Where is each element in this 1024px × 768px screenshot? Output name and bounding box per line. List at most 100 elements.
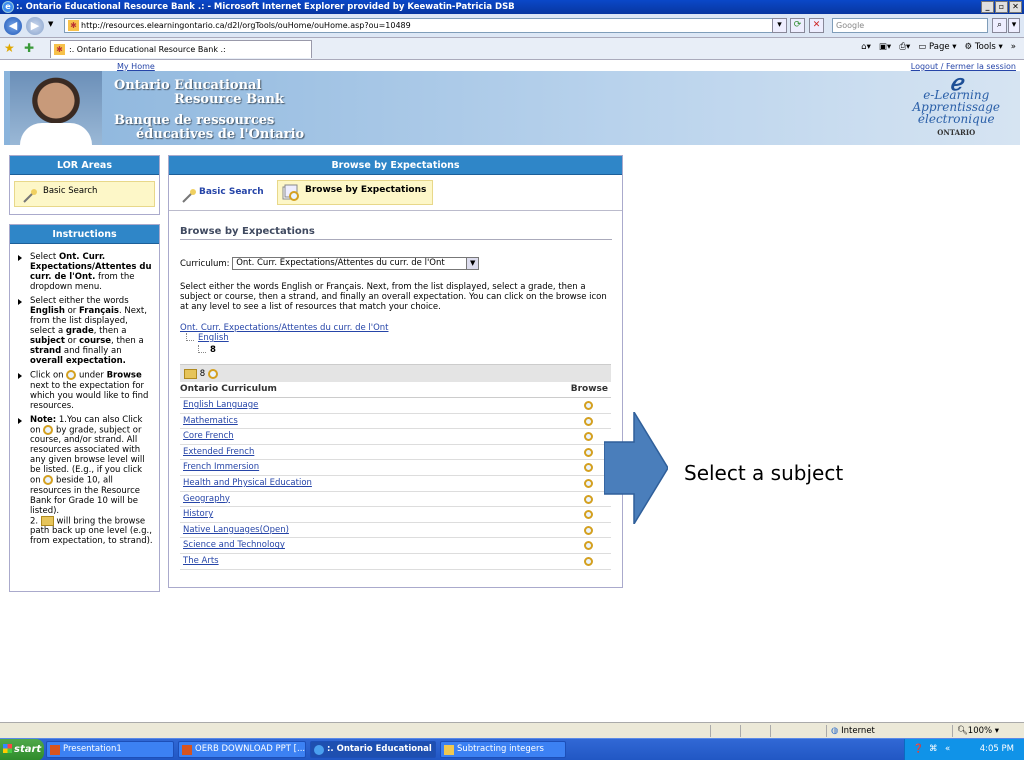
magnifier-icon[interactable] [584, 401, 593, 410]
tab-favicon-icon: ✱ [54, 44, 65, 55]
text: strand [30, 346, 62, 356]
zoom-control[interactable]: 🔍︎100% ▾ [952, 725, 1022, 737]
help-icon[interactable]: ❓ [913, 739, 924, 760]
taskbar-item[interactable]: OERB DOWNLOAD PPT [... [178, 741, 306, 758]
browse-panel-title: Browse by Expectations [169, 156, 622, 175]
text: English [30, 306, 65, 316]
search-icon[interactable]: ⌕ [992, 18, 1007, 33]
stop-button[interactable]: ✕ [809, 18, 824, 33]
magnifier-icon[interactable] [584, 494, 593, 504]
curriculum-select-value: Ont. Curr. Expectations/Attentes du curr… [236, 258, 445, 268]
curriculum-select[interactable]: Ont. Curr. Expectations/Attentes du curr… [232, 257, 480, 270]
folder-up-icon[interactable] [184, 368, 197, 379]
taskbar: start Presentation1 OERB DOWNLOAD PPT [.… [0, 738, 1024, 761]
search-input[interactable]: Google [832, 18, 988, 33]
browse-book-icon [282, 184, 299, 201]
start-label: start [14, 744, 42, 755]
magnifier-icon[interactable] [584, 525, 593, 535]
text: course [79, 336, 112, 346]
tools-menu-label: Tools [974, 42, 996, 52]
subject-link[interactable]: Extended French [183, 447, 254, 457]
magnifier-icon[interactable] [584, 541, 593, 551]
text: Select either the words [30, 296, 129, 306]
subject-link[interactable]: French Immersion [183, 462, 259, 472]
instructions-title: Instructions [10, 225, 159, 244]
magnifier-icon[interactable] [207, 368, 218, 379]
lor-basic-search[interactable]: Basic Search [14, 181, 155, 207]
magnifier-icon[interactable] [584, 478, 593, 488]
search-options-button[interactable]: ▾ [1008, 18, 1020, 33]
logo-line3: électronique [917, 112, 995, 126]
status-cell [710, 725, 740, 737]
magnifier-icon[interactable] [584, 447, 593, 457]
url-field[interactable]: ✱ http://resources.elearningontario.ca/d… [64, 18, 784, 33]
text: , then a [93, 326, 127, 336]
refresh-button[interactable]: ⟳ [790, 18, 805, 33]
add-favorites-icon[interactable]: ✚ [24, 41, 34, 55]
subject-link[interactable]: Core French [183, 431, 234, 441]
network-icon[interactable]: ⌘ [929, 739, 938, 760]
internet-explorer-icon: e [2, 1, 14, 13]
close-window-button[interactable]: ✕ [1009, 1, 1022, 13]
tab-browse-expectations[interactable]: Browse by Expectations [277, 180, 433, 205]
subject-link[interactable]: Native Languages(Open) [183, 525, 289, 535]
tab-browse-label: Browse by Expectations [305, 185, 427, 195]
magnifier-icon[interactable] [584, 510, 593, 520]
favorites-star-icon[interactable]: ★ [4, 41, 15, 55]
minimize-button[interactable]: _ [981, 1, 994, 13]
forward-button[interactable]: ▶ [26, 17, 44, 35]
taskbar-item-active[interactable]: :. Ontario Educational ... [310, 741, 436, 758]
student-photo [10, 71, 102, 145]
subject-link[interactable]: English Language [183, 400, 258, 410]
subject-link[interactable]: The Arts [183, 556, 219, 566]
back-button[interactable]: ◀ [4, 17, 22, 35]
magnifier-icon[interactable] [584, 463, 593, 473]
magnifier-icon[interactable] [584, 416, 593, 426]
subject-link[interactable]: Mathematics [183, 416, 238, 426]
more-chevron-icon[interactable]: » [1011, 42, 1016, 52]
text: Browse [106, 370, 142, 381]
breadcrumb-lang-link[interactable]: English [198, 333, 229, 343]
subject-link[interactable]: Health and Physical Education [183, 478, 312, 488]
tools-menu[interactable]: ⚙ Tools ▾ [965, 42, 1003, 52]
home-icon[interactable]: ⌂▾ [861, 42, 871, 52]
banner-line4: éducatives de l'Ontario [136, 127, 305, 142]
breadcrumb-root-link[interactable]: Ont. Curr. Expectations/Attentes du curr… [180, 323, 389, 333]
browse-tabs: Basic Search Browse by Expectations [169, 175, 622, 211]
text: next to the expectation for which you wo… [30, 380, 149, 411]
my-home-link[interactable]: My Home [117, 62, 155, 71]
table-row: Health and Physical Education [180, 476, 611, 492]
url-dropdown-button[interactable]: ▾ [772, 18, 787, 33]
instruction-item: Select either the words English or Franç… [16, 296, 153, 366]
text: under [76, 370, 107, 381]
magnifier-icon [66, 370, 77, 380]
search-placeholder: Google [836, 21, 865, 30]
chevron-down-icon: ▼ [466, 258, 479, 269]
feeds-icon[interactable]: ▣▾ [879, 42, 891, 52]
subject-link[interactable]: History [183, 509, 213, 519]
browse-description: Select either the words English or Franç… [180, 282, 607, 312]
start-button[interactable]: start [0, 739, 44, 761]
elearning-logo: ℯ e-Learning Apprentissage électronique … [912, 72, 1000, 139]
text: or [64, 336, 80, 346]
taskbar-item[interactable]: Presentation1 [46, 741, 174, 758]
history-dropdown-icon[interactable]: ▼ [48, 20, 53, 28]
col-browse-header: Browse [570, 384, 608, 394]
logout-link[interactable]: Logout / Fermer la session [911, 62, 1016, 71]
tab-title: :. Ontario Educational Resource Bank .: [69, 45, 226, 54]
subject-link[interactable]: Science and Technology [183, 540, 285, 550]
restore-button[interactable]: ▫ [995, 1, 1008, 13]
page-menu[interactable]: ▭ Page ▾ [918, 42, 956, 52]
text: grade [65, 326, 94, 336]
taskbar-item[interactable]: Subtracting integers [440, 741, 566, 758]
subject-link[interactable]: Geography [183, 494, 230, 504]
tree-connector [186, 333, 194, 341]
magnifier-icon[interactable] [584, 432, 593, 442]
browser-tab[interactable]: ✱ :. Ontario Educational Resource Bank .… [50, 40, 312, 58]
tray-expand-icon[interactable]: « [945, 739, 950, 760]
tab-basic-search[interactable]: Basic Search [179, 183, 264, 205]
print-icon[interactable]: ⎙▾ [899, 42, 910, 52]
magnifier-icon[interactable] [584, 556, 593, 566]
table-row: English Language [180, 398, 611, 414]
instructions-list: Select Ont. Curr. Expectations/Attentes … [10, 244, 159, 546]
